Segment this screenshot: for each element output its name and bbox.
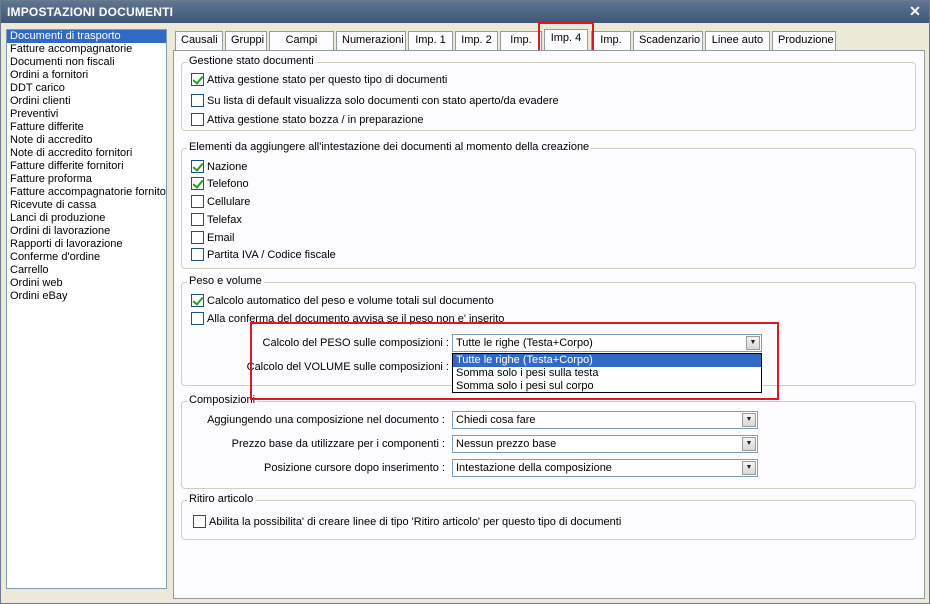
checkbox-box[interactable] — [191, 113, 204, 126]
group-legend: Composizioni — [187, 394, 258, 406]
select-prezzo-base[interactable]: Nessun prezzo base ▼ — [452, 435, 758, 453]
document-type-item[interactable]: Preventivi — [7, 108, 166, 121]
document-type-item[interactable]: Ordini di lavorazione — [7, 225, 166, 238]
document-type-item[interactable]: Rapporti di lavorazione — [7, 238, 166, 251]
document-type-item[interactable]: Documenti non fiscali — [7, 56, 166, 69]
document-type-item[interactable]: Ordini web — [7, 277, 166, 290]
tab-panel: Gestione stato documenti Attiva gestione… — [173, 50, 925, 599]
group-ritiro-articolo: Ritiro articolo Abilita la possibilita' … — [181, 493, 916, 540]
document-type-item[interactable]: Fatture accompagnatorie fornito — [7, 186, 166, 199]
group-legend: Peso e volume — [187, 275, 264, 287]
window-title: IMPOSTAZIONI DOCUMENTI — [7, 5, 174, 19]
checkbox-solo-aperti[interactable]: Su lista di default visualizza solo docu… — [191, 93, 559, 109]
checkbox-box[interactable] — [193, 515, 206, 528]
tab-imp-1[interactable]: Imp. 1 — [408, 31, 453, 50]
tab-campi-agg[interactable]: Campi agg. — [269, 31, 334, 63]
checkbox-stato-bozza[interactable]: Attiva gestione stato bozza / in prepara… — [191, 112, 423, 128]
group-legend: Elementi da aggiungere all'intestazione … — [187, 141, 592, 153]
document-type-item[interactable]: Fatture proforma — [7, 173, 166, 186]
checkbox-telefax[interactable]: Telefax — [191, 212, 242, 228]
chevron-down-icon[interactable]: ▼ — [742, 437, 756, 451]
document-type-item[interactable]: Note di accredito fornitori — [7, 147, 166, 160]
title-bar: IMPOSTAZIONI DOCUMENTI ✕ — [1, 1, 929, 23]
label-posizione-cursore: Posizione cursore dopo inserimento : — [264, 462, 445, 474]
label-prezzo-base: Prezzo base da utilizzare per i componen… — [231, 438, 445, 450]
checkbox-box[interactable] — [191, 312, 204, 325]
document-type-item[interactable]: Fatture differite fornitori — [7, 160, 166, 173]
tab-scadenzario[interactable]: Scadenzario — [633, 31, 703, 50]
checkbox-box[interactable] — [191, 94, 204, 107]
tab-imp-4[interactable]: Imp. 4 — [544, 29, 588, 51]
document-type-item[interactable]: Documenti di trasporto — [7, 30, 166, 43]
group-gestione-stato: Gestione stato documenti Attiva gestione… — [181, 55, 916, 131]
group-elementi-intestazione: Elementi da aggiungere all'intestazione … — [181, 141, 916, 269]
tab-imp-3[interactable]: Imp. 3 — [500, 31, 542, 63]
document-type-item[interactable]: Ordini eBay — [7, 290, 166, 303]
dropdown-option[interactable]: Somma solo i pesi sul corpo — [453, 380, 761, 393]
checkbox-box[interactable] — [191, 160, 204, 173]
tab-imp-5[interactable]: Imp. 5 — [591, 31, 631, 63]
checkbox-box[interactable] — [191, 213, 204, 226]
document-type-item[interactable]: Fatture differite — [7, 121, 166, 134]
document-type-item[interactable]: Carrello — [7, 264, 166, 277]
tab-numerazioni[interactable]: Numerazioni — [336, 31, 406, 50]
tab-causali[interactable]: Causali — [175, 31, 223, 50]
document-type-item[interactable]: Lanci di produzione — [7, 212, 166, 225]
label-aggiungendo-composizione: Aggiungendo una composizione nel documen… — [207, 414, 445, 426]
tab-linee-auto[interactable]: Linee auto — [705, 31, 770, 50]
checkbox-nazione[interactable]: Nazione — [191, 159, 247, 175]
checkbox-box[interactable] — [191, 294, 204, 307]
chevron-down-icon[interactable]: ▼ — [746, 336, 760, 350]
checkbox-email[interactable]: Email — [191, 230, 235, 246]
checkbox-box[interactable] — [191, 73, 204, 86]
label-calcolo-volume: Calcolo del VOLUME sulle composizioni : — [246, 361, 449, 373]
group-legend: Gestione stato documenti — [187, 55, 316, 67]
select-posizione-cursore[interactable]: Intestazione della composizione ▼ — [452, 459, 758, 477]
document-type-item[interactable]: Ricevute di cassa — [7, 199, 166, 212]
label-calcolo-peso: Calcolo del PESO sulle composizioni : — [262, 337, 449, 349]
chevron-down-icon[interactable]: ▼ — [742, 461, 756, 475]
document-type-item[interactable]: Note di accredito — [7, 134, 166, 147]
settings-window: IMPOSTAZIONI DOCUMENTI ✕ Documenti di tr… — [0, 0, 930, 604]
tab-imp-2[interactable]: Imp. 2 — [455, 31, 498, 50]
document-type-item[interactable]: Ordini clienti — [7, 95, 166, 108]
checkbox-box[interactable] — [191, 248, 204, 261]
checkbox-box[interactable] — [191, 195, 204, 208]
document-type-item[interactable]: Conferme d'ordine — [7, 251, 166, 264]
chevron-down-icon[interactable]: ▼ — [742, 413, 756, 427]
checkbox-avvisa-peso[interactable]: Alla conferma del documento avvisa se il… — [191, 311, 504, 327]
checkbox-calcolo-automatico-peso[interactable]: Calcolo automatico del peso e volume tot… — [191, 293, 494, 309]
dropdown-option[interactable]: Somma solo i pesi sulla testa — [453, 367, 761, 380]
group-legend: Ritiro articolo — [187, 493, 256, 505]
dropdown-option[interactable]: Tutte le righe (Testa+Corpo) — [453, 354, 761, 367]
checkbox-box[interactable] — [191, 177, 204, 190]
checkbox-attiva-gestione-stato[interactable]: Attiva gestione stato per questo tipo di… — [191, 72, 447, 88]
checkbox-cellulare[interactable]: Cellulare — [191, 194, 250, 210]
document-type-item[interactable]: Ordini a fornitori — [7, 69, 166, 82]
tab-gruppi[interactable]: Gruppi — [225, 31, 267, 50]
document-type-list[interactable]: Documenti di trasporto Fatture accompagna… — [6, 29, 167, 589]
select-calcolo-peso[interactable]: Tutte le righe (Testa+Corpo) ▼ — [452, 334, 762, 352]
document-type-item[interactable]: DDT carico — [7, 82, 166, 95]
tab-produzione[interactable]: Produzione — [772, 31, 836, 50]
checkbox-ritiro-articolo[interactable]: Abilita la possibilita' di creare linee … — [193, 514, 621, 530]
close-icon[interactable]: ✕ — [909, 3, 921, 20]
dropdown-calcolo-peso-options[interactable]: Tutte le righe (Testa+Corpo) Somma solo i… — [452, 353, 762, 393]
checkbox-telefono[interactable]: Telefono — [191, 176, 249, 192]
checkbox-partita-iva[interactable]: Partita IVA / Codice fiscale — [191, 247, 336, 263]
checkbox-box[interactable] — [191, 231, 204, 244]
document-type-item[interactable]: Fatture accompagnatorie — [7, 43, 166, 56]
select-aggiungendo-composizione[interactable]: Chiedi cosa fare ▼ — [452, 411, 758, 429]
